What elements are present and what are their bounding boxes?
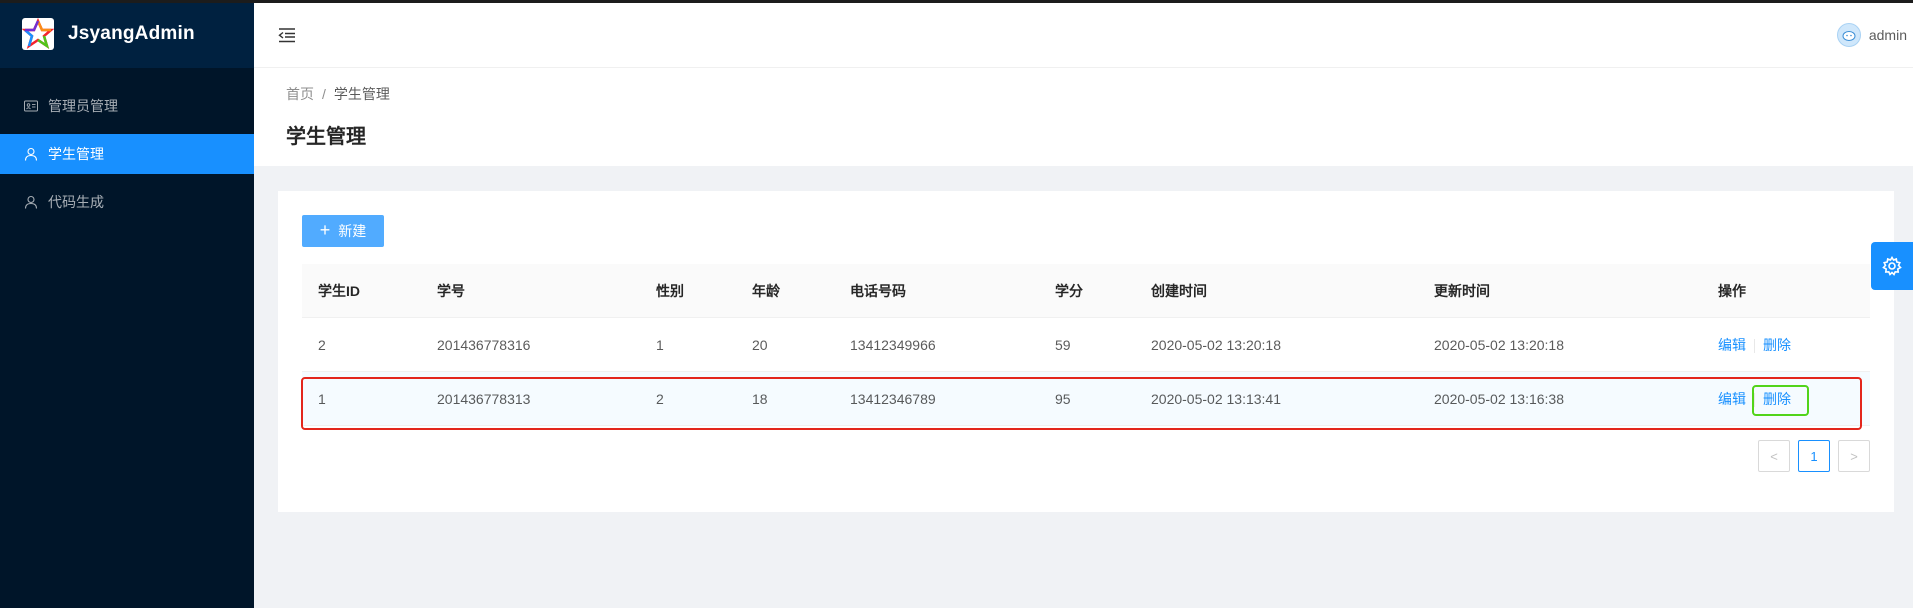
username: admin <box>1868 27 1907 43</box>
breadcrumb-separator: / <box>322 86 326 102</box>
sidebar-item-label: 管理员管理 <box>48 98 118 114</box>
sidebar-item-label: 学生管理 <box>48 146 104 162</box>
plus-icon: + <box>319 220 331 240</box>
column-header[interactable]: 学号 <box>421 281 640 301</box>
id-card-icon <box>24 100 38 112</box>
breadcrumb-home[interactable]: 首页 <box>286 84 314 104</box>
avatar-icon <box>1842 31 1856 41</box>
edit-link[interactable]: 编辑 <box>1718 337 1746 353</box>
prev-page-button[interactable]: < <box>1758 440 1790 472</box>
new-button-label: 新建 <box>338 223 367 239</box>
content-card: + 新建 学生ID 学号 性别 年龄 电话号码 学分 创建时间 更新时间 操作 … <box>278 191 1894 512</box>
next-page-button[interactable]: > <box>1838 440 1870 472</box>
breadcrumb-current: 学生管理 <box>333 86 390 102</box>
user-icon <box>24 147 38 161</box>
cell-credit: 59 <box>1055 336 1071 353</box>
logo-area[interactable]: JsyangAdmin <box>0 0 254 68</box>
column-header[interactable]: 学分 <box>1039 281 1135 301</box>
page-header: 首页 / 学生管理 学生管理 <box>254 68 1913 166</box>
pagination: < 1 > <box>1750 440 1870 472</box>
user-menu[interactable]: admin <box>1836 23 1907 47</box>
top-header: admin <box>254 3 1913 68</box>
menu-fold-icon[interactable] <box>278 26 296 44</box>
cell-phone: 13412349966 <box>850 336 936 353</box>
column-header[interactable]: 学生ID <box>302 281 421 301</box>
action-divider <box>1754 338 1755 353</box>
highlight-row-box <box>301 377 1862 430</box>
new-button[interactable]: + 新建 <box>302 215 384 247</box>
window-top-border <box>0 0 1913 3</box>
avatar <box>1836 23 1861 47</box>
column-header[interactable]: 年龄 <box>736 281 834 301</box>
sidebar-item-student-management[interactable]: 学生管理 <box>0 134 254 174</box>
logo-icon <box>22 18 54 50</box>
cell-age: 20 <box>752 336 768 353</box>
column-header[interactable]: 更新时间 <box>1418 281 1702 301</box>
table-row[interactable]: 2 201436778316 1 20 13412349966 59 2020-… <box>302 318 1870 372</box>
cell-student-number: 201436778316 <box>437 336 531 353</box>
delete-link[interactable]: 删除 <box>1763 337 1791 353</box>
table-header-row: 学生ID 学号 性别 年龄 电话号码 学分 创建时间 更新时间 操作 <box>302 264 1870 318</box>
app-title: JsyangAdmin <box>68 23 195 44</box>
column-header[interactable]: 创建时间 <box>1135 281 1418 301</box>
column-header: 操作 <box>1718 282 1746 299</box>
cell-student-id: 2 <box>318 336 326 353</box>
sidebar-item-label: 代码生成 <box>48 194 104 210</box>
gear-icon <box>1882 256 1902 276</box>
column-header[interactable]: 性别 <box>640 281 736 301</box>
settings-drawer-button[interactable] <box>1871 242 1913 290</box>
sidebar-menu: 管理员管理 学生管理 代码生成 <box>0 86 254 222</box>
highlight-delete-box <box>1752 385 1809 416</box>
user-icon <box>24 195 38 209</box>
sidebar-item-code-generation[interactable]: 代码生成 <box>0 182 254 222</box>
breadcrumb: 首页 / 学生管理 <box>286 84 1913 104</box>
cell-created-time: 2020-05-02 13:20:18 <box>1151 336 1281 353</box>
cell-actions: 编辑 删除 <box>1702 335 1870 355</box>
sidebar: JsyangAdmin 管理员管理 学生管理 代码生成 <box>0 0 254 608</box>
page-number-button[interactable]: 1 <box>1798 440 1830 472</box>
column-header[interactable]: 电话号码 <box>834 281 1039 301</box>
cell-gender: 1 <box>656 336 664 353</box>
cell-updated-time: 2020-05-02 13:20:18 <box>1434 336 1564 353</box>
sidebar-item-admin-management[interactable]: 管理员管理 <box>0 86 254 126</box>
page-title: 学生管理 <box>286 126 366 148</box>
